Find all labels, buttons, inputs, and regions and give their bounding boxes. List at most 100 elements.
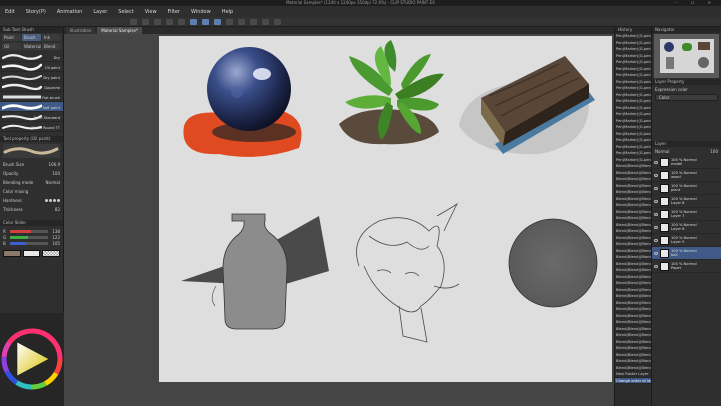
eye-icon[interactable] bbox=[654, 186, 658, 190]
ball-sample bbox=[183, 47, 302, 157]
expression-color-row: Expression color bbox=[655, 87, 688, 92]
brush-item[interactable]: Oil paint bbox=[0, 62, 63, 72]
eye-icon[interactable] bbox=[654, 199, 658, 203]
layer-row[interactable]: 100 % Normal ball bbox=[652, 247, 721, 260]
navigator-preview bbox=[654, 34, 719, 78]
property-thickness[interactable]: Thickness 82 bbox=[0, 205, 63, 214]
stroke-c-button[interactable] bbox=[214, 18, 221, 25]
expression-color-select[interactable]: Color bbox=[655, 94, 718, 101]
color-swatches bbox=[0, 248, 63, 259]
redo-button[interactable] bbox=[178, 18, 185, 25]
transparent-swatch[interactable] bbox=[42, 250, 61, 257]
brush-item[interactable]: Mixed Round TT bbox=[0, 122, 63, 132]
stroke-a-button[interactable] bbox=[190, 18, 197, 25]
property-hardness[interactable]: Hardness bbox=[0, 196, 63, 205]
layer-row[interactable]: 100 % Normal Layer 8 bbox=[652, 195, 721, 208]
layer-row[interactable]: 100 % Normal wood bbox=[652, 169, 721, 182]
grey-disc-sample bbox=[508, 218, 598, 308]
menu-view[interactable]: View bbox=[145, 9, 157, 15]
left-panel-column: Sub Tool: Brush Paint Brush Ink Oil Wate… bbox=[0, 27, 64, 406]
menu-filter[interactable]: Filter bbox=[168, 9, 180, 15]
layer-row[interactable]: 100 % Normal Layer 5 bbox=[652, 234, 721, 247]
menu-edit[interactable]: Edit bbox=[5, 9, 15, 15]
menu-layer[interactable]: Layer bbox=[93, 9, 107, 15]
brush-stroke-icon bbox=[2, 63, 42, 71]
clear-button[interactable] bbox=[226, 18, 233, 25]
brush-item-selected[interactable]: Soft paint bbox=[0, 102, 63, 112]
history-list: Pen(Marker)(G-pen) Pen(Marker)(G-pen) Pen(… bbox=[615, 33, 651, 384]
tab-oil[interactable]: Oil bbox=[2, 43, 21, 50]
menu-story[interactable]: Story(P) bbox=[26, 9, 46, 15]
property-brush-size[interactable]: Brush Size 166.9 bbox=[0, 160, 63, 169]
layer-list: 100 % Normal model 100 % Normal wood 100 % N… bbox=[652, 156, 721, 273]
menu-animation[interactable]: Animation bbox=[57, 9, 83, 15]
layer-text: 100 % Normal wood bbox=[671, 171, 697, 179]
eye-icon[interactable] bbox=[654, 264, 658, 268]
transform-button[interactable] bbox=[250, 18, 257, 25]
layer-name: model bbox=[671, 162, 683, 166]
tab-material-samples[interactable]: Material Samples* bbox=[97, 27, 142, 34]
layer-text: 100 % Normal Paper bbox=[671, 262, 697, 270]
property-color-mixing[interactable]: Color mixing bbox=[0, 187, 63, 196]
eye-icon[interactable] bbox=[654, 251, 658, 255]
layer-row[interactable]: 100 % Normal Layer 7 bbox=[652, 208, 721, 221]
blend-mode-select[interactable]: Normal bbox=[655, 149, 669, 154]
property-opacity[interactable]: Opacity 100 bbox=[0, 169, 63, 178]
layer-name: Layer 5 bbox=[671, 240, 685, 244]
tab-blend[interactable]: Blend bbox=[42, 43, 61, 50]
navigator-title: Navigator bbox=[652, 27, 721, 33]
layer-thumbnail bbox=[660, 261, 669, 271]
navigator-thumbnail[interactable] bbox=[660, 39, 714, 73]
brush-label: Mixed Round TT bbox=[31, 126, 60, 130]
layer-row[interactable]: 100 % Normal plant bbox=[652, 182, 721, 195]
eye-icon[interactable] bbox=[654, 225, 658, 229]
tab-ink[interactable]: Ink bbox=[42, 34, 61, 41]
stroke-b-button[interactable] bbox=[202, 18, 209, 25]
settings-button[interactable] bbox=[274, 18, 281, 25]
layer-text: 100 % Normal Layer 6 bbox=[671, 223, 697, 231]
tab-watercolor[interactable]: Watercolor bbox=[22, 43, 41, 50]
tab-paint[interactable]: Paint bbox=[2, 34, 21, 41]
menu-select[interactable]: Select bbox=[118, 9, 133, 15]
history-item[interactable]: Change order of layer bbox=[615, 377, 651, 384]
fill-button[interactable] bbox=[238, 18, 245, 25]
sub-color-swatch[interactable] bbox=[22, 250, 41, 257]
brush-item[interactable]: Dry paint bbox=[0, 72, 63, 82]
layer-name: Layer 8 bbox=[671, 201, 685, 205]
layer-opacity[interactable]: 100 bbox=[710, 149, 718, 154]
deselect-button[interactable] bbox=[262, 18, 269, 25]
menu-help[interactable]: Help bbox=[222, 9, 233, 15]
eye-icon[interactable] bbox=[654, 238, 658, 242]
brush-item[interactable]: Gouache bbox=[0, 82, 63, 92]
open-button[interactable] bbox=[142, 18, 149, 25]
command-bar bbox=[0, 17, 721, 27]
slider-b[interactable]: B 105 bbox=[3, 240, 60, 246]
eye-icon[interactable] bbox=[654, 173, 658, 177]
layer-row[interactable]: 100 % Normal Paper bbox=[652, 260, 721, 273]
menu-window[interactable]: Window bbox=[191, 9, 211, 15]
drawing-canvas[interactable] bbox=[159, 36, 612, 382]
brush-stroke-icon bbox=[3, 95, 41, 99]
brush-item[interactable]: Flat brush bbox=[0, 92, 63, 102]
brush-item[interactable]: Dry bbox=[0, 52, 63, 62]
main-color-swatch[interactable] bbox=[3, 250, 21, 257]
property-blending-mode[interactable]: Blending mode Normal bbox=[0, 178, 63, 187]
layer-text: 100 % Normal Layer 7 bbox=[671, 210, 697, 218]
layer-row[interactable]: 100 % Normal model bbox=[652, 156, 721, 169]
color-slider-list: R 138 G 122 B 105 bbox=[0, 226, 63, 248]
eye-icon[interactable] bbox=[654, 212, 658, 216]
save-button[interactable] bbox=[154, 18, 161, 25]
brush-item[interactable]: Paint Standard bbox=[0, 112, 63, 122]
undo-button[interactable] bbox=[166, 18, 173, 25]
new-file-button[interactable] bbox=[130, 18, 137, 25]
eye-icon[interactable] bbox=[654, 160, 658, 164]
layer-thumbnail bbox=[660, 183, 669, 193]
layer-row[interactable]: 100 % Normal Layer 6 bbox=[652, 221, 721, 234]
tab-illustration[interactable]: Illustration bbox=[66, 27, 96, 34]
layer-mode-row: Normal 100 bbox=[652, 147, 721, 156]
slider-fill-b bbox=[10, 241, 26, 245]
canvas-tab-bar: Illustration Material Samples* bbox=[64, 27, 614, 34]
color-wheel[interactable] bbox=[0, 313, 64, 399]
brush-label: Flat brush bbox=[41, 96, 60, 100]
tab-brush[interactable]: Brush bbox=[22, 34, 41, 41]
